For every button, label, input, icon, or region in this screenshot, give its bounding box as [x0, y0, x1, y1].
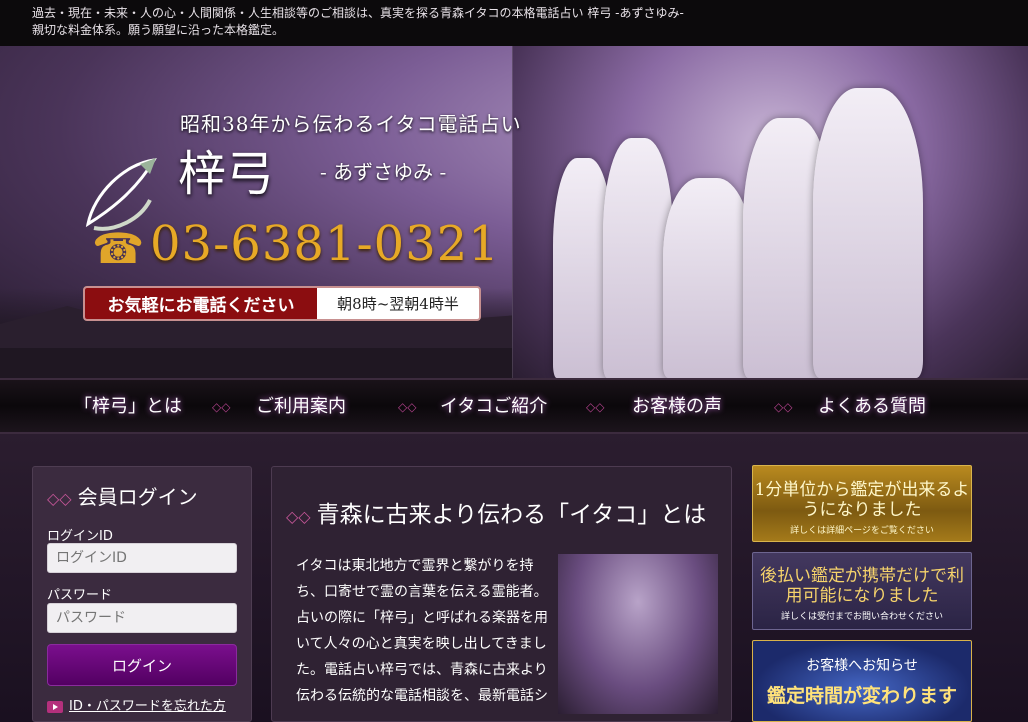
- phone-number[interactable]: 03-6381-0321: [150, 216, 500, 272]
- banner-postpay[interactable]: 後払い鑑定が携帯だけで利用可能になりました 詳しくは受付までお問い合わせください: [752, 552, 972, 630]
- login-button[interactable]: ログイン: [47, 644, 237, 686]
- top-description-bar: 過去・現在・未来・人の心・人間関係・人生相談等のご相談は、真実を探る青森イタコの…: [0, 0, 1028, 46]
- phone-icon: ☎: [92, 224, 145, 273]
- banner-notice-text: 鑑定時間が変わります: [766, 685, 957, 707]
- top-description-line1: 過去・現在・未来・人の心・人間関係・人生相談等のご相談は、真実を探る青森イタコの…: [32, 6, 684, 20]
- nav-item-about[interactable]: 「梓弓」とは: [74, 392, 182, 422]
- nav-item-itako[interactable]: イタコご紹介: [440, 392, 547, 422]
- article-body: イタコは東北地方で霊界と繋がりを持ち、口寄せで霊の言葉を伝える霊能者。占いの際に…: [296, 558, 548, 704]
- diamond-icon: ◇◇: [47, 489, 72, 508]
- diamond-icon: ◇◇: [286, 507, 311, 526]
- password-label: パスワード: [47, 588, 113, 603]
- article-title: ◇◇ 青森に古来より伝わる「イタコ」とは: [286, 495, 706, 529]
- nav-diamond-icon: ◇◇: [774, 400, 793, 414]
- login-title: ◇◇ 会員ログイン: [47, 481, 198, 510]
- forgot-password-link[interactable]: ID・パスワードを忘れた方: [47, 695, 226, 714]
- hours-value: 朝8時~翌朝4時半: [337, 295, 459, 313]
- brand-reading: - あずさゆみ -: [320, 160, 447, 184]
- nav-diamond-icon: ◇◇: [586, 400, 605, 414]
- login-id-label: ログインID: [47, 529, 113, 544]
- hours-label: お気軽にお電話ください: [85, 288, 317, 319]
- hours-box: お気軽にお電話ください 朝8時~翌朝4時半: [83, 286, 481, 321]
- photo-figure: [813, 88, 923, 378]
- login-id-input[interactable]: [47, 543, 237, 573]
- photo-figure: [663, 178, 753, 378]
- nav-item-voices[interactable]: お客様の声: [632, 392, 722, 422]
- hero-photo-itako: [512, 46, 1028, 378]
- banner-notice[interactable]: お客様へお知らせ 鑑定時間が変わります: [752, 640, 972, 722]
- banner-notice-label: お客様へお知らせ: [806, 658, 918, 674]
- banner-per-minute-text: 1分単位から鑑定が出来るようになりました: [754, 480, 970, 520]
- banner-per-minute-note: 詳しくは詳細ページをご覧ください: [790, 526, 934, 536]
- article-photo: [558, 554, 718, 714]
- banner-postpay-text: 後払い鑑定が携帯だけで利用可能になりました: [760, 566, 964, 606]
- banner-postpay-note: 詳しくは受付までお問い合わせください: [780, 612, 943, 622]
- main-article: ◇◇ 青森に古来より伝わる「イタコ」とは イタコは東北地方で霊界と繋がりを持ち、口…: [271, 466, 732, 722]
- arrow-icon: [47, 700, 63, 713]
- brand-name: 梓弓: [178, 146, 275, 202]
- main-navigation: 「梓弓」とは ◇◇ ご利用案内 ◇◇ イタコご紹介 ◇◇ お客様の声 ◇◇ よく…: [0, 378, 1028, 434]
- hero-banner: 昭和38年から伝わるイタコ電話占い 梓弓 - あずさゆみ - ☎ 03-6381…: [0, 46, 1028, 378]
- nav-diamond-icon: ◇◇: [398, 400, 417, 414]
- forgot-password-text: ID・パスワードを忘れた方: [69, 699, 226, 714]
- banner-per-minute[interactable]: 1分単位から鑑定が出来るようになりました 詳しくは詳細ページをご覧ください: [752, 465, 972, 542]
- nav-item-faq[interactable]: よくある質問: [818, 392, 926, 422]
- hero-tagline: 昭和38年から伝わるイタコ電話占い: [180, 112, 522, 136]
- article-title-text: 青森に古来より伝わる「イタコ」とは: [316, 502, 707, 528]
- login-panel: ◇◇ 会員ログイン ログインID パスワード ログイン ID・パスワードを忘れた方: [32, 466, 252, 722]
- nav-diamond-icon: ◇◇: [212, 400, 231, 414]
- password-input[interactable]: [47, 603, 237, 633]
- nav-item-guide[interactable]: ご利用案内: [256, 392, 346, 422]
- top-description-line2: 親切な料金体系。願う願望に沿った本格鑑定。: [32, 23, 285, 37]
- login-title-text: 会員ログイン: [77, 485, 198, 509]
